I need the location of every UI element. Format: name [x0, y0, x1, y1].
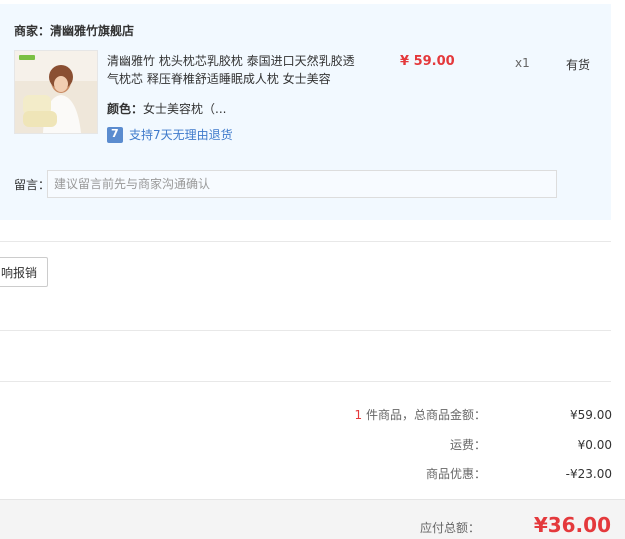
shipping-label: 运费： — [449, 438, 486, 452]
reimbursement-button[interactable]: 响报销 — [0, 257, 48, 287]
item-count: 1 — [354, 408, 363, 422]
discount-label: 商品优惠： — [425, 467, 486, 481]
goods-label-text: 件商品，总商品金额： — [365, 408, 486, 422]
color-value: 女士美容枕（... — [143, 102, 227, 116]
total-amount: ¥36.00 — [533, 513, 611, 537]
shipping-value: ¥0.00 — [577, 437, 612, 452]
shipping-row: 运费： ¥0.00 — [286, 436, 612, 453]
divider — [0, 381, 611, 382]
product-color: 颜色：女士美容枕（... — [107, 100, 226, 117]
goods-amount-label: 1 件商品，总商品金额： — [286, 406, 486, 423]
discount-value: -¥23.00 — [565, 466, 612, 481]
stock-status: 有货 — [566, 58, 591, 72]
store-order-panel: 商家：清幽雅竹旗舰店 清幽雅竹 枕头枕芯乳胶枕 泰国进口天然乳胶透气枕芯 释压脊… — [0, 4, 611, 220]
return-7day-icon — [107, 126, 123, 143]
merchant-name[interactable]: 商家：清幽雅竹旗舰店 — [14, 22, 134, 39]
return-policy-text: 支持7天无理由退货 — [129, 128, 233, 142]
product-image — [15, 51, 97, 133]
goods-amount-row: 1 件商品，总商品金额： ¥59.00 — [286, 406, 612, 423]
product-title-link[interactable]: 清幽雅竹 枕头枕芯乳胶枕 泰国进口天然乳胶透气枕芯 释压脊椎舒适睡眠成人枕 女士… — [107, 52, 357, 88]
merchant-label: 商家： — [14, 24, 51, 38]
return-policy-link[interactable]: 支持7天无理由退货 — [107, 126, 233, 143]
discount-row: 商品优惠： -¥23.00 — [286, 465, 612, 482]
divider — [0, 241, 611, 242]
merchant-store-name[interactable]: 清幽雅竹旗舰店 — [50, 24, 134, 38]
message-label: 留言： — [14, 178, 51, 192]
color-label: 颜色： — [107, 102, 144, 116]
product-quantity: x1 — [515, 56, 530, 70]
message-input[interactable] — [47, 170, 557, 198]
divider — [0, 330, 611, 331]
total-bar: 应付总额： ¥36.00 — [0, 499, 625, 539]
total-label: 应付总额： — [420, 521, 481, 535]
goods-amount-value: ¥59.00 — [570, 407, 612, 422]
product-thumbnail[interactable] — [14, 50, 98, 134]
product-price: ¥ 59.00 — [400, 54, 455, 69]
